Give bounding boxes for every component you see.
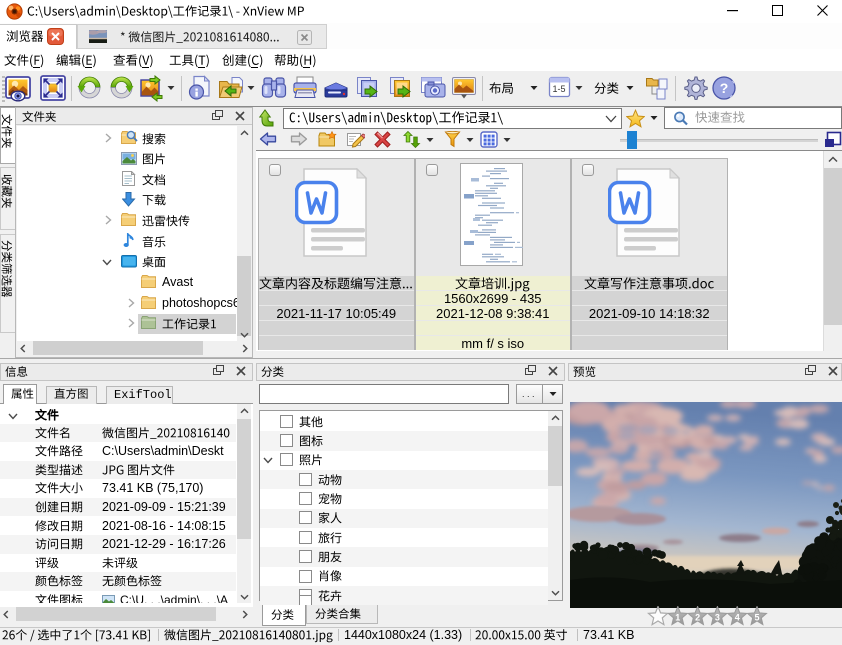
svg-text:4: 4	[735, 612, 740, 622]
svg-text:5: 5	[754, 612, 759, 622]
svg-text:?: ?	[720, 80, 729, 96]
svg-text:2: 2	[695, 612, 700, 622]
svg-text:3: 3	[715, 612, 720, 622]
svg-text:1-5: 1-5	[552, 84, 565, 94]
svg-text:1: 1	[675, 612, 680, 622]
